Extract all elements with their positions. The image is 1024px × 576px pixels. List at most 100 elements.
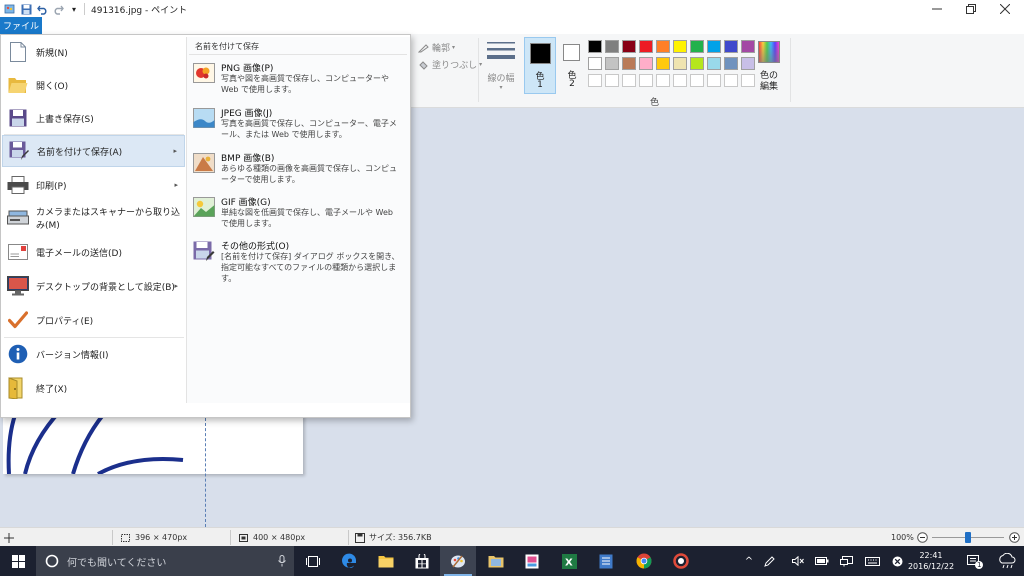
palette-swatch[interactable] bbox=[588, 57, 602, 70]
custom-color-slot[interactable] bbox=[639, 74, 653, 87]
ribbon-tab-row: ファイル bbox=[0, 17, 1024, 34]
taskbar-edge[interactable] bbox=[332, 546, 368, 576]
redo-icon[interactable] bbox=[52, 3, 64, 15]
ime-status-icon[interactable] bbox=[888, 546, 906, 576]
taskbar-file-explorer[interactable] bbox=[368, 546, 404, 576]
file-menu-item-label: 開く(O) bbox=[36, 81, 69, 92]
palette-swatch[interactable] bbox=[724, 40, 738, 53]
volume-muted-icon[interactable] bbox=[789, 546, 807, 576]
taskbar-antivirus[interactable] bbox=[663, 546, 699, 576]
palette-swatch[interactable] bbox=[741, 40, 755, 53]
custom-color-slot[interactable] bbox=[588, 74, 602, 87]
zoom-out-button[interactable] bbox=[917, 528, 928, 547]
battery-icon[interactable] bbox=[813, 546, 831, 576]
file-menu-item[interactable]: 終了(X) bbox=[2, 372, 185, 404]
taskbar-photo-app[interactable] bbox=[478, 546, 514, 576]
taskbar-excel[interactable]: X bbox=[551, 546, 587, 576]
paint-palette-icon bbox=[451, 555, 465, 568]
file-menu-item[interactable]: 名前を付けて保存(A) ▸ bbox=[2, 135, 185, 167]
taskbar-paint[interactable] bbox=[440, 546, 476, 576]
save-as-option[interactable]: PNG 画像(P) 写真や図を高画質で保存し、コンピューターや Web で使用しま… bbox=[191, 61, 407, 101]
line-width-button[interactable]: 線の幅 ▾ bbox=[485, 40, 517, 96]
file-tab[interactable]: ファイル bbox=[0, 17, 42, 34]
palette-swatch[interactable] bbox=[588, 40, 602, 53]
palette-swatch[interactable] bbox=[605, 40, 619, 53]
taskbar-chrome[interactable] bbox=[626, 546, 662, 576]
restore-button[interactable] bbox=[954, 0, 988, 18]
palette-swatch[interactable] bbox=[656, 40, 670, 53]
chrome-icon bbox=[636, 553, 652, 569]
minimize-button[interactable] bbox=[920, 0, 954, 18]
file-menu-item[interactable]: 印刷(P) ▸ bbox=[2, 169, 185, 201]
submenu-arrow-icon: ▸ bbox=[174, 282, 178, 290]
taskbar-store[interactable] bbox=[404, 546, 440, 576]
taskbar-notepad[interactable] bbox=[588, 546, 624, 576]
quick-save-icon[interactable] bbox=[20, 3, 32, 15]
palette-swatch[interactable] bbox=[673, 40, 687, 53]
task-view-button[interactable] bbox=[295, 546, 331, 576]
save-as-option[interactable]: GIF 画像(G) 単純な図を低画質で保存し、電子メールや Web で使用します。 bbox=[191, 195, 407, 235]
palette-swatch[interactable] bbox=[707, 40, 721, 53]
file-menu-item[interactable]: 新規(N) bbox=[2, 36, 185, 68]
palette-swatch[interactable] bbox=[690, 57, 704, 70]
palette-swatch[interactable] bbox=[605, 57, 619, 70]
scanner-icon bbox=[7, 207, 29, 229]
clock-date: 2016/12/22 bbox=[907, 562, 955, 571]
custom-color-slot[interactable] bbox=[656, 74, 670, 87]
file-size: サイズ: 356.7KB bbox=[369, 533, 432, 542]
clock[interactable]: 22:41 2016/12/22 bbox=[906, 546, 956, 576]
custom-color-slot[interactable] bbox=[622, 74, 636, 87]
custom-color-slot[interactable] bbox=[724, 74, 738, 87]
file-menu-item[interactable]: 開く(O) bbox=[2, 69, 185, 101]
file-menu-item[interactable]: プロパティ(E) bbox=[2, 304, 185, 336]
file-menu-item[interactable]: デスクトップの背景として設定(B) ▸ bbox=[2, 270, 185, 302]
action-center-button[interactable]: 1 bbox=[963, 546, 985, 576]
file-menu-item[interactable]: 電子メールの送信(D) bbox=[2, 236, 185, 268]
undo-icon[interactable] bbox=[36, 3, 48, 15]
palette-swatch[interactable] bbox=[639, 57, 653, 70]
color2-button[interactable]: 色 2 bbox=[559, 37, 585, 94]
palette-swatch[interactable] bbox=[656, 57, 670, 70]
save-as-option[interactable]: BMP 画像(B) あらゆる種類の画像を高画質で保存し、コンピューターで使用します… bbox=[191, 151, 407, 191]
custom-color-slot[interactable] bbox=[707, 74, 721, 87]
weather-icon[interactable] bbox=[994, 546, 1020, 576]
custom-color-slot[interactable] bbox=[741, 74, 755, 87]
edit-colors-button[interactable]: 色の 編集 bbox=[754, 38, 784, 96]
microphone-icon[interactable] bbox=[278, 555, 286, 567]
zoom-in-button[interactable] bbox=[1009, 528, 1020, 547]
palette-swatch[interactable] bbox=[724, 57, 738, 70]
search-box[interactable]: 何でも聞いてください bbox=[36, 546, 294, 576]
paint-app-icon[interactable] bbox=[4, 3, 16, 15]
customize-quick-access-icon[interactable]: ▾ bbox=[68, 3, 80, 15]
outline-dropdown[interactable]: 輪郭 ▾ bbox=[418, 41, 455, 54]
edit-colors-label-2: 編集 bbox=[759, 82, 778, 92]
file-menu-item[interactable]: 上書き保存(S) bbox=[2, 102, 185, 134]
save-as-option[interactable]: JPEG 画像(J) 写真を高画質で保存し、コンピューター、電子メール、または W… bbox=[191, 106, 407, 146]
palette-swatch[interactable] bbox=[741, 57, 755, 70]
palette-swatch[interactable] bbox=[622, 40, 636, 53]
show-hidden-icons-button[interactable]: ^ bbox=[740, 546, 758, 576]
palette-swatch[interactable] bbox=[673, 57, 687, 70]
palette-swatch[interactable] bbox=[639, 40, 653, 53]
file-menu-item[interactable]: カメラまたはスキャナーから取り込み(M) bbox=[2, 202, 185, 234]
custom-color-slot[interactable] bbox=[690, 74, 704, 87]
palette-swatch[interactable] bbox=[622, 57, 636, 70]
color-palette bbox=[588, 40, 758, 95]
file-menu-item[interactable]: バージョン情報(I) bbox=[2, 338, 185, 370]
close-button[interactable] bbox=[988, 0, 1022, 18]
network-icon[interactable] bbox=[837, 546, 855, 576]
pen-workspace-icon[interactable] bbox=[760, 546, 778, 576]
save-as-option[interactable]: その他の形式(O) [名前を付けて保存] ダイアログ ボックスを開き、指定可能なす… bbox=[191, 239, 407, 283]
taskbar-image-viewer[interactable] bbox=[514, 546, 550, 576]
fill-dropdown[interactable]: 塗りつぶし ▾ bbox=[418, 58, 482, 71]
search-placeholder: 何でも聞いてください bbox=[67, 557, 167, 569]
zoom-slider-thumb[interactable] bbox=[965, 532, 971, 543]
start-button[interactable] bbox=[0, 546, 36, 576]
color1-button[interactable]: 色 1 bbox=[524, 37, 556, 94]
custom-color-slot[interactable] bbox=[673, 74, 687, 87]
palette-swatch[interactable] bbox=[690, 40, 704, 53]
custom-color-slot[interactable] bbox=[605, 74, 619, 87]
cortana-circle-icon bbox=[45, 554, 59, 568]
palette-swatch[interactable] bbox=[707, 57, 721, 70]
keyboard-icon[interactable] bbox=[862, 546, 882, 576]
